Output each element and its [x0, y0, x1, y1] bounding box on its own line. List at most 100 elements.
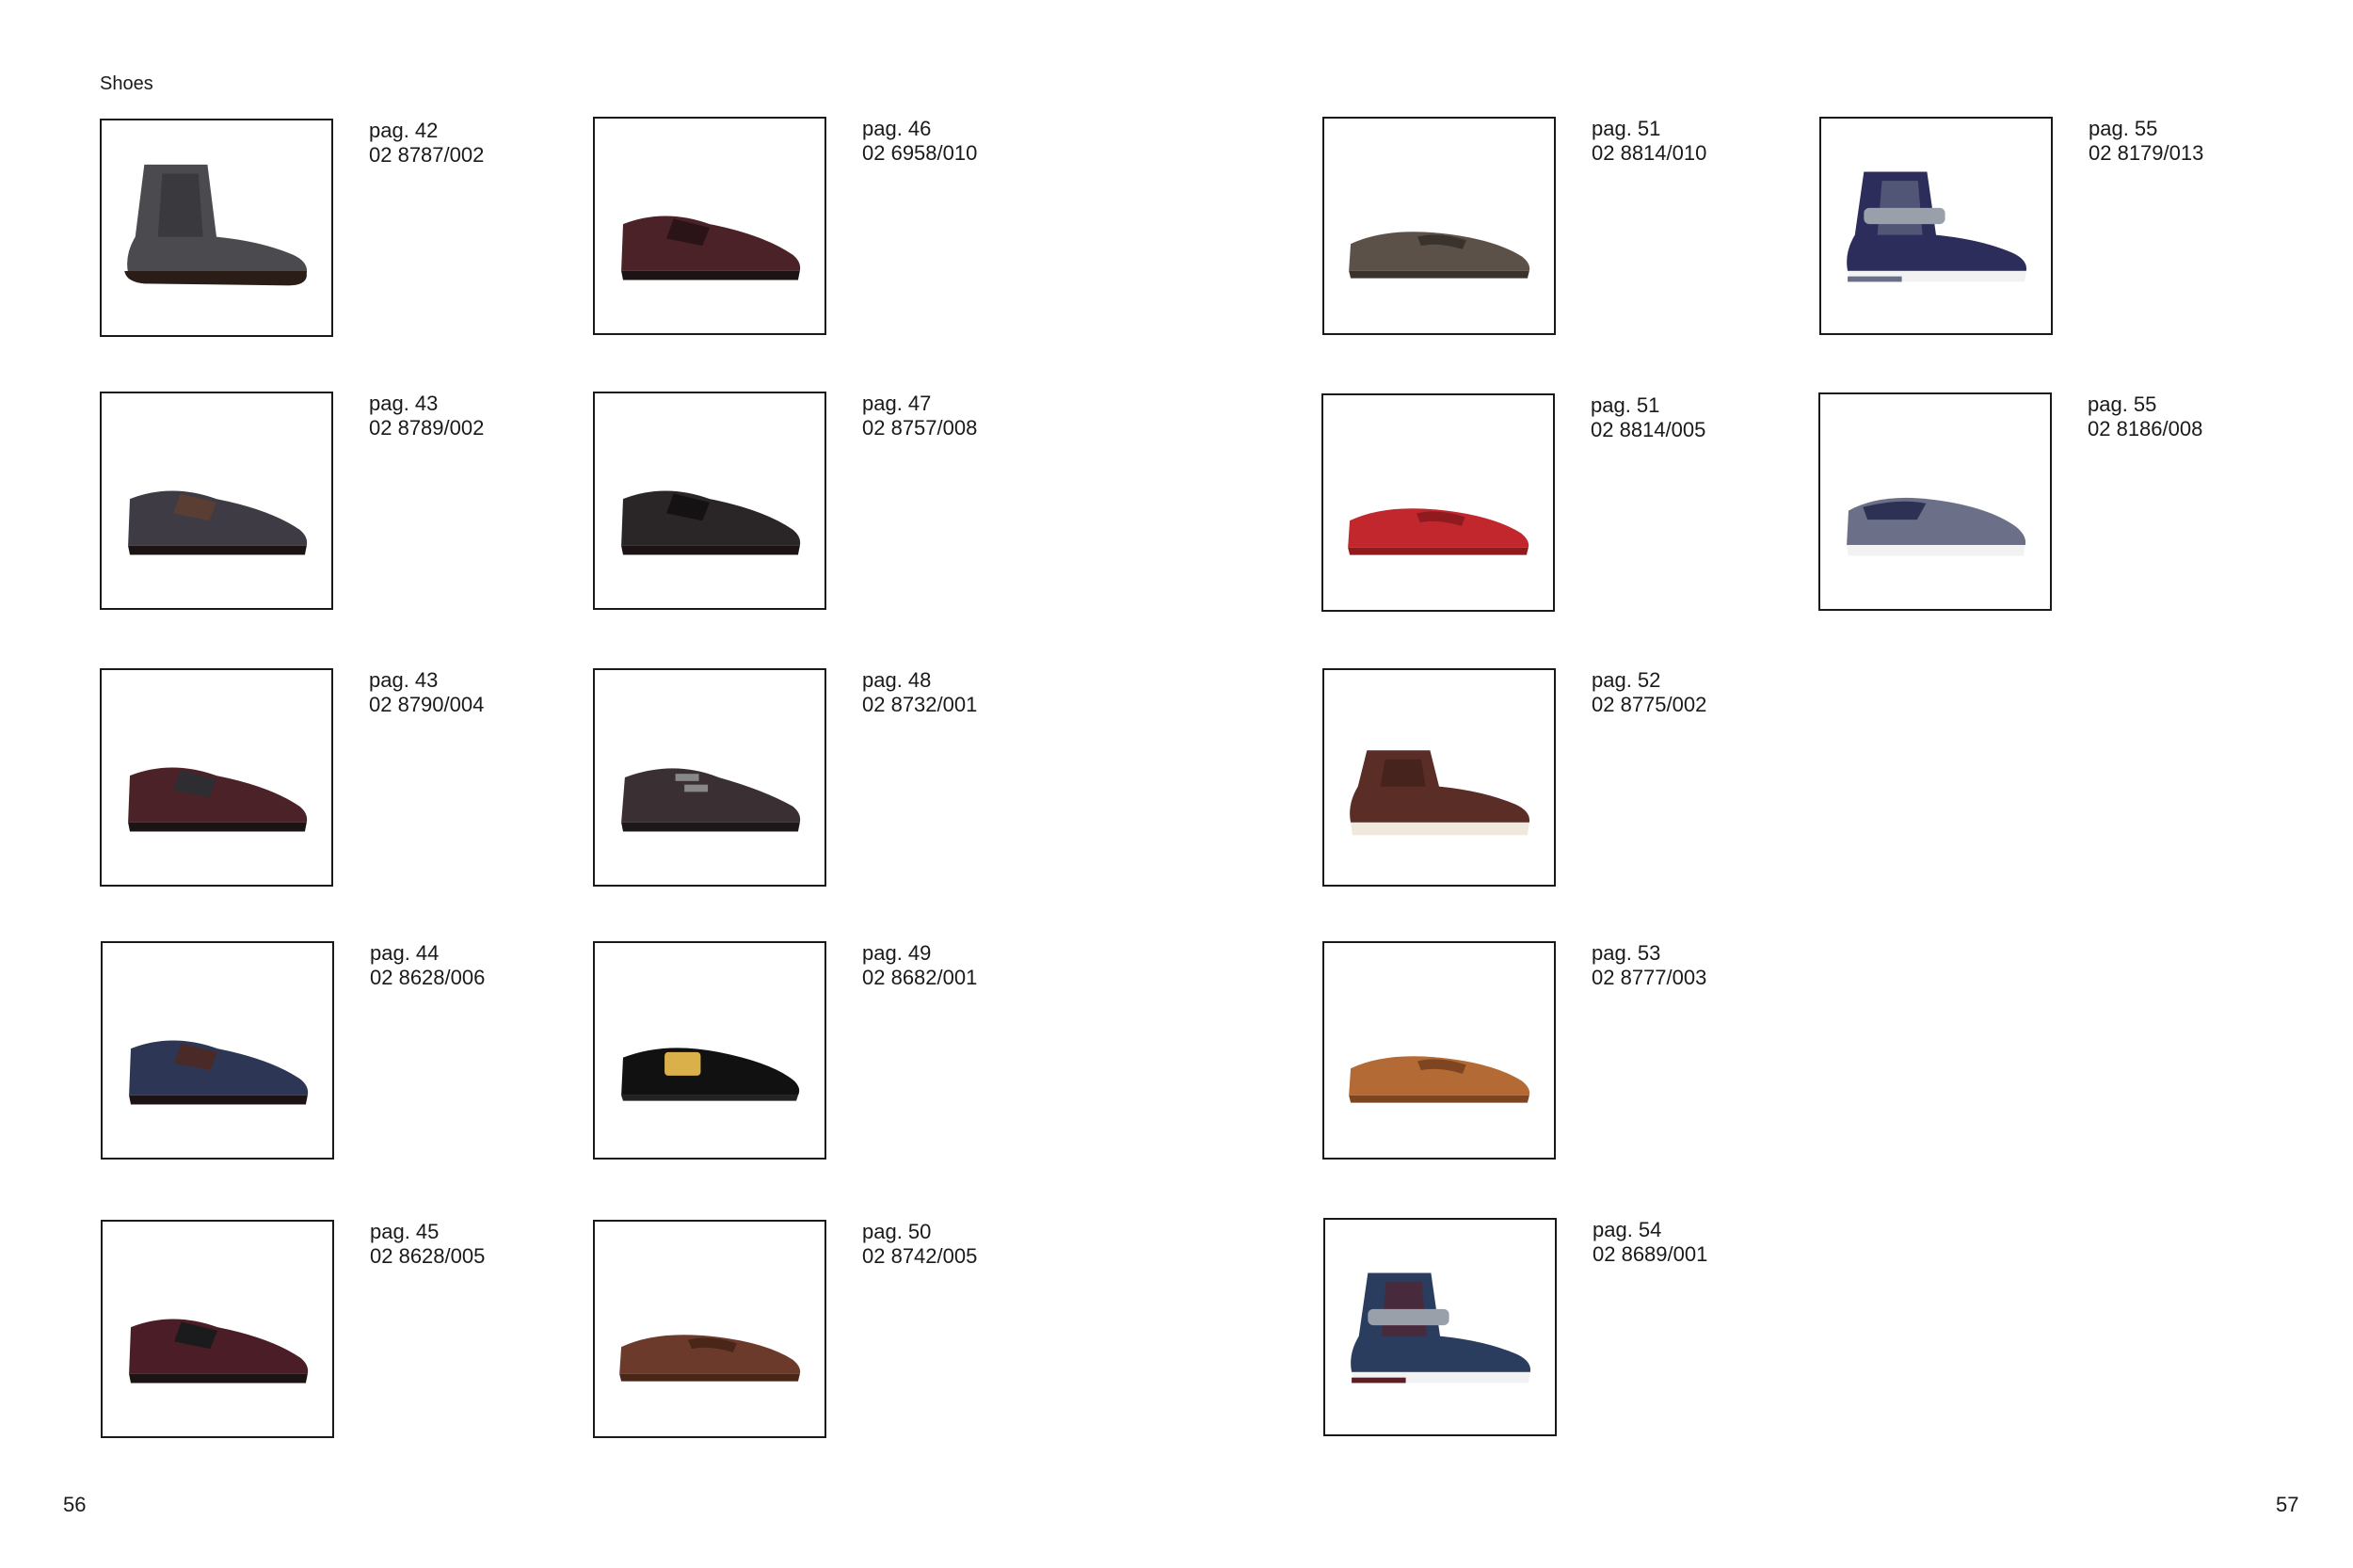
- product-image: [593, 117, 826, 335]
- product-page-ref: pag. 51: [1592, 117, 1661, 140]
- shoe-icon: [619, 1335, 801, 1382]
- product-image: [1323, 1218, 1557, 1436]
- product-image: [1322, 668, 1556, 887]
- product-image: [1818, 392, 2052, 611]
- product-caption: pag. 43 02 8790/004: [369, 668, 484, 717]
- product-page-ref: pag. 44: [370, 941, 440, 965]
- product-code: 02 8742/005: [862, 1244, 978, 1268]
- product-image: [101, 1220, 334, 1438]
- product-page-ref: pag. 43: [369, 392, 439, 415]
- product-caption: pag. 46 02 6958/010: [862, 117, 977, 166]
- product-page-ref: pag. 45: [370, 1220, 440, 1243]
- product-page-ref: pag. 53: [1592, 941, 1661, 965]
- shoe-icon: [1350, 750, 1530, 836]
- shoe-icon: [1351, 1272, 1531, 1384]
- product-image: [593, 668, 826, 887]
- product-image: [100, 392, 333, 610]
- product-page-ref: pag. 55: [2089, 117, 2158, 140]
- page-number-right: 57: [2276, 1493, 2299, 1516]
- product-page-ref: pag. 54: [1593, 1218, 1662, 1241]
- product-caption: pag. 51 02 8814/005: [1591, 393, 1705, 442]
- shoe-icon: [1847, 171, 2027, 282]
- product-item: pag. 49 02 8682/001: [593, 941, 1045, 1167]
- product-page-ref: pag. 48: [862, 668, 932, 692]
- product-code: 02 8787/002: [369, 143, 485, 167]
- product-item: pag. 54 02 8689/001: [1323, 1218, 1775, 1444]
- shoe-icon: [621, 490, 801, 555]
- shoe-icon: [128, 767, 308, 832]
- product-caption: pag. 51 02 8814/010: [1592, 117, 1706, 166]
- shoe-icon: [621, 768, 801, 832]
- product-item: pag. 47 02 8757/008: [593, 392, 1045, 617]
- product-item: pag. 51 02 8814/010: [1322, 117, 1774, 343]
- product-item: pag. 51 02 8814/005: [1321, 393, 1773, 619]
- product-image: [101, 941, 334, 1160]
- product-item: pag. 52 02 8775/002: [1322, 668, 1774, 894]
- product-caption: pag. 55 02 8179/013: [2089, 117, 2203, 166]
- shoe-icon: [1349, 1056, 1530, 1103]
- product-image: [1321, 393, 1555, 612]
- product-item: pag. 48 02 8732/001: [593, 668, 1045, 894]
- product-image: [1819, 117, 2053, 335]
- product-page-ref: pag. 52: [1592, 668, 1661, 692]
- product-code: 02 8790/004: [369, 693, 485, 716]
- product-image: [593, 392, 826, 610]
- product-item: pag. 43 02 8790/004: [100, 668, 552, 894]
- product-code: 02 8757/008: [862, 416, 978, 440]
- product-code: 02 8628/006: [370, 966, 486, 989]
- shoe-icon: [129, 1319, 309, 1384]
- shoe-icon: [1349, 232, 1530, 279]
- shoe-icon: [1847, 497, 2026, 556]
- product-code: 02 6958/010: [862, 141, 978, 165]
- product-item: pag. 55 02 8186/008: [1818, 392, 2270, 618]
- section-title: Shoes: [100, 73, 153, 94]
- product-image: [100, 668, 333, 887]
- product-image: [593, 1220, 826, 1438]
- product-caption: pag. 47 02 8757/008: [862, 392, 977, 440]
- product-caption: pag. 49 02 8682/001: [862, 941, 977, 990]
- product-caption: pag. 54 02 8689/001: [1593, 1218, 1707, 1267]
- product-code: 02 8628/005: [370, 1244, 486, 1268]
- product-page-ref: pag. 42: [369, 119, 439, 142]
- product-code: 02 8814/010: [1592, 141, 1707, 165]
- product-item: pag. 55 02 8179/013: [1819, 117, 2271, 343]
- product-code: 02 8186/008: [2088, 417, 2203, 440]
- product-caption: pag. 52 02 8775/002: [1592, 668, 1706, 717]
- product-page-ref: pag. 51: [1591, 393, 1660, 417]
- product-caption: pag. 44 02 8628/006: [370, 941, 485, 990]
- product-item: pag. 42 02 8787/002: [100, 119, 552, 344]
- product-page-ref: pag. 47: [862, 392, 932, 415]
- product-code: 02 8689/001: [1593, 1242, 1708, 1266]
- product-item: pag. 45 02 8628/005: [101, 1220, 552, 1446]
- product-caption: pag. 48 02 8732/001: [862, 668, 977, 717]
- product-item: pag. 43 02 8789/002: [100, 392, 552, 617]
- product-page-ref: pag. 55: [2088, 392, 2157, 416]
- product-page-ref: pag. 49: [862, 941, 932, 965]
- shoe-icon: [129, 1040, 309, 1105]
- product-page-ref: pag. 50: [862, 1220, 932, 1243]
- shoe-icon: [124, 164, 308, 286]
- product-image: [100, 119, 333, 337]
- product-image: [1322, 117, 1556, 335]
- product-code: 02 8777/003: [1592, 966, 1707, 989]
- shoe-icon: [621, 1048, 800, 1101]
- shoe-icon: [128, 490, 308, 555]
- product-code: 02 8682/001: [862, 966, 978, 989]
- product-caption: pag. 50 02 8742/005: [862, 1220, 977, 1269]
- product-code: 02 8732/001: [862, 693, 978, 716]
- product-item: pag. 46 02 6958/010: [593, 117, 1045, 343]
- product-page-ref: pag. 43: [369, 668, 439, 692]
- product-caption: pag. 53 02 8777/003: [1592, 941, 1706, 990]
- product-item: pag. 53 02 8777/003: [1322, 941, 1774, 1167]
- product-item: pag. 50 02 8742/005: [593, 1220, 1045, 1446]
- product-code: 02 8179/013: [2089, 141, 2204, 165]
- shoe-icon: [1348, 508, 1529, 555]
- product-caption: pag. 42 02 8787/002: [369, 119, 484, 168]
- product-image: [1322, 941, 1556, 1160]
- shoe-icon: [621, 216, 801, 280]
- product-page-ref: pag. 46: [862, 117, 932, 140]
- product-code: 02 8814/005: [1591, 418, 1706, 441]
- product-code: 02 8775/002: [1592, 693, 1707, 716]
- product-item: pag. 44 02 8628/006: [101, 941, 552, 1167]
- product-code: 02 8789/002: [369, 416, 485, 440]
